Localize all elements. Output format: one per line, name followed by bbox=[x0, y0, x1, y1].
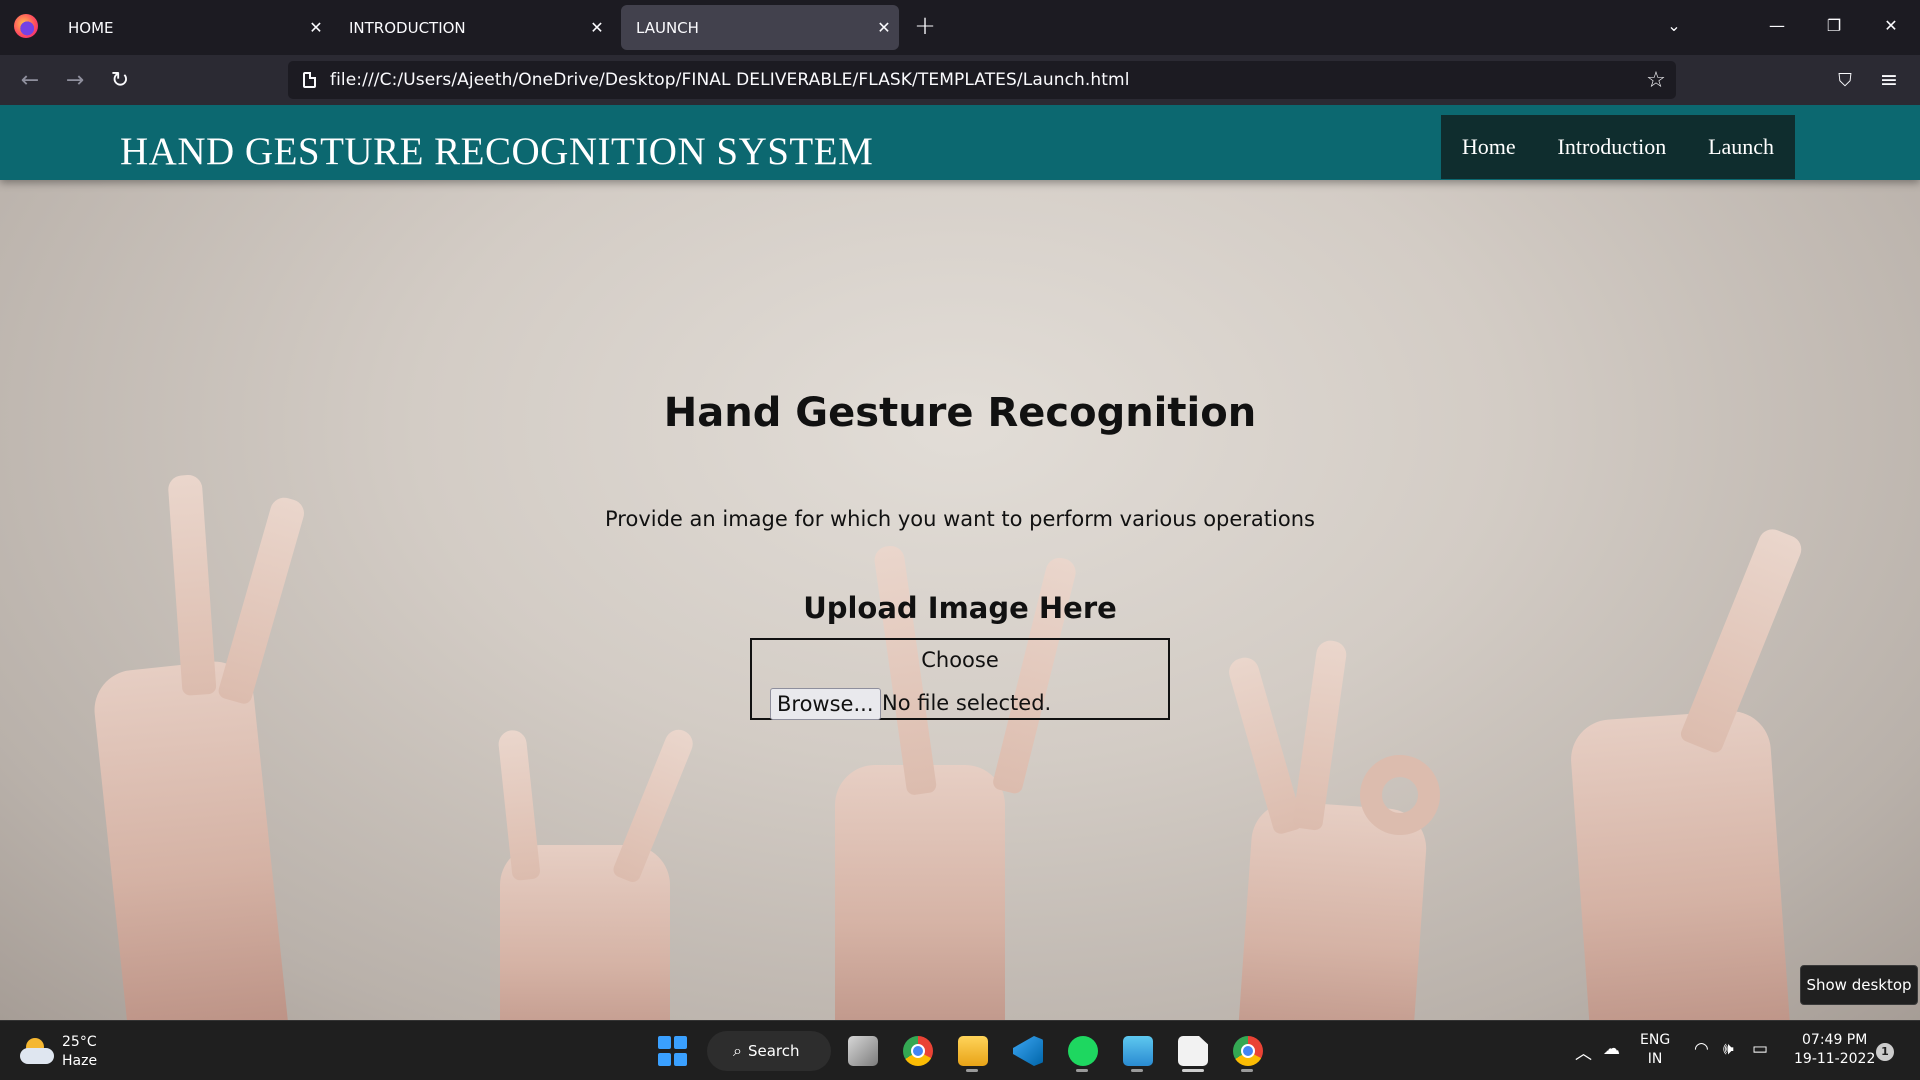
tab-introduction[interactable]: INTRODUCTION ✕ bbox=[334, 5, 612, 50]
choose-label: Choose bbox=[921, 648, 999, 672]
language-line2: IN bbox=[1647, 1051, 1663, 1067]
close-window-icon[interactable]: ✕ bbox=[1873, 10, 1909, 42]
chrome-icon[interactable] bbox=[903, 1036, 933, 1066]
search-icon: ⌕ bbox=[733, 1041, 742, 1060]
volume-icon[interactable]: 🕪 bbox=[1723, 1039, 1734, 1059]
active-indicator bbox=[1182, 1069, 1204, 1072]
taskbar-search[interactable]: ⌕ Search bbox=[707, 1031, 831, 1071]
wifi-icon[interactable]: ◠ bbox=[1694, 1039, 1709, 1059]
weather-widget[interactable]: 25°C Haze bbox=[20, 1033, 97, 1071]
weather-condition: Haze bbox=[62, 1053, 98, 1069]
language-line1: ENG bbox=[1640, 1032, 1671, 1048]
running-indicator bbox=[966, 1069, 978, 1072]
browser-tab-strip: HOME ✕ INTRODUCTION ✕ LAUNCH ✕ + ⌄ — ❐ ✕ bbox=[0, 0, 1920, 55]
menu-icon[interactable]: ≡ bbox=[1871, 63, 1907, 99]
tab-label: LAUNCH bbox=[636, 18, 699, 37]
onedrive-cloud-icon[interactable]: ☁ bbox=[1603, 1039, 1620, 1059]
tab-launch[interactable]: LAUNCH ✕ bbox=[621, 5, 899, 50]
task-view-icon[interactable] bbox=[848, 1036, 878, 1066]
clock-date: 19-11-2022 bbox=[1794, 1051, 1876, 1067]
chrome-icon-2[interactable] bbox=[1233, 1036, 1263, 1066]
chevron-down-icon[interactable]: ⌄ bbox=[1656, 10, 1692, 42]
page-icon bbox=[288, 72, 330, 88]
site-nav: Home Introduction Launch bbox=[1441, 115, 1795, 179]
browser-nav-bar: ← → ↻ file:///C:/Users/Ajeeth/OneDrive/D… bbox=[0, 55, 1920, 105]
tab-label: INTRODUCTION bbox=[349, 18, 466, 37]
file-icon[interactable] bbox=[1178, 1036, 1208, 1066]
tab-label: HOME bbox=[68, 18, 114, 37]
file-explorer-icon[interactable] bbox=[958, 1036, 988, 1066]
running-indicator bbox=[1076, 1069, 1088, 1072]
windows-start-icon[interactable] bbox=[658, 1036, 688, 1066]
spotify-icon[interactable] bbox=[1068, 1036, 1098, 1066]
notepad-icon[interactable] bbox=[1123, 1036, 1153, 1066]
new-tab-plus-icon[interactable]: + bbox=[910, 10, 940, 45]
upload-form: Choose Browse... No file selected. bbox=[750, 638, 1170, 720]
file-status: No file selected. bbox=[882, 691, 1052, 715]
url-text[interactable]: file:///C:/Users/Ajeeth/OneDrive/Desktop… bbox=[330, 70, 1636, 90]
reload-icon[interactable]: ↻ bbox=[102, 63, 138, 99]
web-page: HAND GESTURE RECOGNITION SYSTEM Home Int… bbox=[0, 105, 1920, 1020]
tab-home[interactable]: HOME ✕ bbox=[53, 5, 331, 50]
page-description: Provide an image for which you want to p… bbox=[605, 507, 1315, 531]
site-header: HAND GESTURE RECOGNITION SYSTEM Home Int… bbox=[0, 105, 1920, 180]
running-indicator bbox=[1241, 1069, 1253, 1072]
clock[interactable]: 07:49 PM 19-11-2022 bbox=[1794, 1031, 1875, 1069]
running-indicator bbox=[1131, 1069, 1143, 1072]
nav-link-introduction[interactable]: Introduction bbox=[1558, 134, 1667, 160]
clock-time: 07:49 PM bbox=[1802, 1032, 1868, 1048]
bookmark-star-icon[interactable]: ☆ bbox=[1636, 68, 1676, 93]
taskbar: 25°C Haze ⌕ Search ︿ ☁ ENG IN ◠ 🕪 ▭ 07:4… bbox=[0, 1020, 1920, 1080]
battery-icon[interactable]: ▭ bbox=[1752, 1039, 1768, 1059]
nav-link-home[interactable]: Home bbox=[1462, 134, 1516, 160]
language-indicator[interactable]: ENG IN bbox=[1640, 1031, 1670, 1069]
nav-link-launch[interactable]: Launch bbox=[1708, 134, 1774, 160]
notification-badge[interactable]: 1 bbox=[1876, 1043, 1894, 1061]
vscode-icon[interactable] bbox=[1013, 1036, 1043, 1066]
weather-temp: 25°C bbox=[62, 1034, 97, 1050]
close-icon[interactable]: ✕ bbox=[869, 18, 899, 37]
back-arrow-icon[interactable]: ← bbox=[12, 63, 48, 99]
chevron-up-icon[interactable]: ︿ bbox=[1575, 1039, 1592, 1064]
upload-heading: Upload Image Here bbox=[803, 591, 1117, 625]
show-desktop-tooltip: Show desktop bbox=[1800, 965, 1918, 1005]
site-title: HAND GESTURE RECOGNITION SYSTEM bbox=[120, 130, 874, 173]
close-icon[interactable]: ✕ bbox=[301, 18, 331, 37]
pocket-icon[interactable]: ⛉ bbox=[1827, 63, 1863, 99]
search-label: Search bbox=[747, 1042, 800, 1060]
restore-icon[interactable]: ❐ bbox=[1816, 10, 1852, 42]
page-heading: Hand Gesture Recognition bbox=[663, 390, 1257, 436]
minimize-icon[interactable]: — bbox=[1759, 10, 1795, 42]
weather-icon bbox=[20, 1038, 54, 1066]
firefox-icon[interactable] bbox=[14, 14, 38, 38]
url-bar[interactable]: file:///C:/Users/Ajeeth/OneDrive/Desktop… bbox=[288, 61, 1676, 99]
browse-button[interactable]: Browse... bbox=[770, 688, 881, 720]
close-icon[interactable]: ✕ bbox=[582, 18, 612, 37]
forward-arrow-icon[interactable]: → bbox=[57, 63, 93, 99]
